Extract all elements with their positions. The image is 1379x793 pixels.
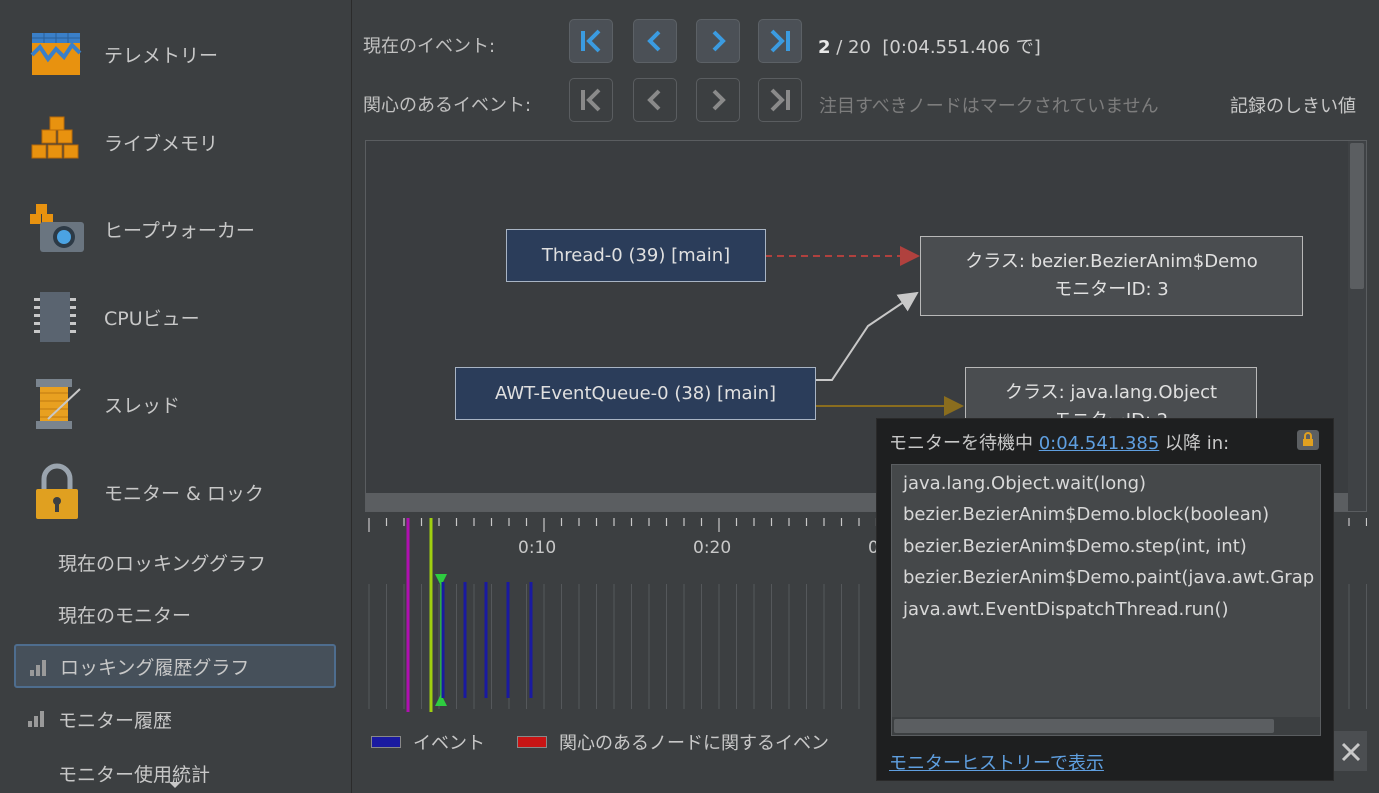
skip-first-icon bbox=[581, 29, 601, 53]
legend-interesting: 関心のあるノードに関するイベン bbox=[517, 729, 829, 755]
interesting-event-label: 関心のあるイベント: bbox=[363, 95, 532, 116]
graph-vertical-scrollbar[interactable] bbox=[1348, 141, 1366, 511]
sidebar-item-heap-walker[interactable]: ヒープウォーカー bbox=[0, 194, 351, 264]
sidebar-item-label: ヒープウォーカー bbox=[104, 219, 255, 242]
sidebar-subitem-label: ロッキング履歴グラフ bbox=[60, 656, 250, 679]
current-event-label: 現在のイベント: bbox=[363, 36, 496, 57]
monitor-wait-popup: モニターを待機中 0:04.541.385 以降 in: java.lang.O… bbox=[876, 418, 1334, 781]
previous-interesting-event-button[interactable] bbox=[633, 78, 677, 122]
chevron-left-icon bbox=[647, 89, 661, 111]
telemetry-icon bbox=[30, 33, 82, 75]
skip-last-icon bbox=[770, 88, 790, 112]
sidebar-item-telemetry[interactable]: テレメトリー bbox=[0, 19, 351, 89]
popup-title-prefix: モニターを待機中 bbox=[889, 433, 1039, 454]
event-index: 2 bbox=[818, 37, 831, 58]
bar-chart-icon bbox=[28, 711, 46, 727]
stack-frame[interactable]: java.awt.EventDispatchThread.run() bbox=[903, 599, 1229, 620]
first-interesting-event-button[interactable] bbox=[569, 78, 613, 122]
stack-frame[interactable]: bezier.BezierAnim$Demo.step(int, int) bbox=[903, 536, 1247, 557]
live-memory-icon bbox=[31, 116, 79, 159]
chevron-right-icon bbox=[712, 30, 726, 52]
sidebar-item-label: CPUビュー bbox=[104, 307, 200, 330]
legend-label: 関心のあるノードに関するイベン bbox=[559, 733, 829, 754]
sidebar-subitem-label: 現在のモニター bbox=[58, 604, 192, 627]
show-in-monitor-history-link[interactable]: モニターヒストリーで表示 bbox=[889, 749, 1104, 775]
legend-swatch bbox=[371, 736, 401, 748]
thread-node[interactable]: AWT-EventQueue-0 (38) [main] bbox=[455, 367, 816, 420]
chevron-left-icon bbox=[647, 30, 661, 52]
sidebar: テレメトリー ライブメモリ ヒープウォーカー CPUビュー スレッド モニター … bbox=[0, 0, 352, 793]
stack-frame[interactable]: bezier.BezierAnim$Demo.paint(java.awt.Gr… bbox=[903, 567, 1314, 588]
sidebar-subitem-monitor-history[interactable]: モニター履歴 bbox=[14, 697, 336, 741]
legend-swatch bbox=[517, 736, 547, 748]
sidebar-item-cpu[interactable]: CPUビュー bbox=[0, 282, 351, 352]
chevron-right-icon bbox=[712, 89, 726, 111]
sidebar-item-label: テレメトリー bbox=[104, 44, 219, 67]
lock-icon bbox=[1303, 432, 1313, 446]
no-marked-nodes-hint: 注目すべきノードはマークされていません bbox=[819, 96, 1159, 117]
sidebar-subitem-current-locking-graph[interactable]: 現在のロッキンググラフ bbox=[14, 540, 336, 584]
recording-threshold-label: 記録のしきい値 bbox=[1230, 96, 1356, 117]
skip-first-icon bbox=[581, 88, 601, 112]
heap-walker-icon bbox=[30, 204, 84, 252]
time-link[interactable]: 0:04.541.385 bbox=[1039, 433, 1160, 454]
pin-popup-button[interactable] bbox=[1297, 430, 1319, 450]
sidebar-subitem-locking-history-graph[interactable]: ロッキング履歴グラフ bbox=[14, 644, 336, 688]
thread-node-label: AWT-EventQueue-0 (38) [main] bbox=[494, 382, 777, 404]
legend-events: イベント bbox=[371, 729, 485, 755]
tick-label: 0:20 bbox=[693, 538, 732, 558]
event-counter: 2 / 20 [0:04.551.406 で] bbox=[818, 33, 1041, 59]
last-event-button[interactable] bbox=[758, 19, 802, 63]
sidebar-subitem-label: モニター使用統計 bbox=[58, 764, 211, 786]
sidebar-item-monitors-locks[interactable]: モニター & ロック bbox=[0, 457, 351, 527]
cursor-bottom-marker bbox=[435, 694, 447, 706]
event-counter-rest: / 20 [0:04.551.406 で] bbox=[830, 37, 1041, 58]
thread-node[interactable]: Thread-0 (39) [main] bbox=[506, 229, 766, 282]
popup-title: モニターを待機中 0:04.541.385 以降 in: bbox=[889, 429, 1229, 455]
popup-title-suffix: 以降 in: bbox=[1159, 433, 1230, 454]
sidebar-item-live-memory[interactable]: ライブメモリ bbox=[0, 107, 351, 177]
previous-event-button[interactable] bbox=[633, 19, 677, 63]
thread-spool-icon bbox=[36, 379, 81, 429]
sidebar-subitem-label: モニター履歴 bbox=[58, 709, 173, 732]
stack-trace-list[interactable]: java.lang.Object.wait(long) bezier.Bezie… bbox=[891, 464, 1321, 736]
padlock-icon bbox=[36, 463, 78, 519]
legend-label: イベント bbox=[413, 733, 485, 754]
close-button[interactable] bbox=[1333, 731, 1367, 771]
sidebar-subitem-label: 現在のロッキンググラフ bbox=[58, 552, 267, 575]
monitor-node[interactable]: クラス: bezier.BezierAnim$Demo モニターID: 3 bbox=[920, 236, 1303, 316]
next-interesting-event-button[interactable] bbox=[696, 78, 740, 122]
stack-horizontal-scrollbar[interactable] bbox=[892, 717, 1320, 735]
bar-chart-icon bbox=[30, 660, 48, 676]
sidebar-item-threads[interactable]: スレッド bbox=[0, 369, 351, 439]
sidebar-item-label: モニター & ロック bbox=[104, 482, 264, 505]
next-event-button[interactable] bbox=[696, 19, 740, 63]
sidebar-item-label: ライブメモリ bbox=[104, 132, 219, 155]
monitor-class-label: クラス: java.lang.Object bbox=[1004, 382, 1218, 403]
owning-edge bbox=[816, 291, 919, 381]
monitor-id-label: モニターID: 3 bbox=[1054, 279, 1169, 300]
sidebar-item-label: スレッド bbox=[104, 394, 181, 417]
scroll-down-arrow-icon[interactable] bbox=[169, 782, 181, 790]
cursor-top-marker bbox=[435, 574, 447, 586]
scrollbar-thumb[interactable] bbox=[894, 719, 1274, 733]
stack-frame[interactable]: bezier.BezierAnim$Demo.block(boolean) bbox=[903, 504, 1269, 525]
scrollbar-thumb[interactable] bbox=[1350, 143, 1364, 289]
skip-last-icon bbox=[770, 29, 790, 53]
stack-frame[interactable]: java.lang.Object.wait(long) bbox=[903, 473, 1146, 494]
tick-label: 0:10 bbox=[518, 538, 557, 558]
sidebar-subitem-current-monitors[interactable]: 現在のモニター bbox=[14, 592, 336, 636]
close-icon bbox=[1341, 742, 1361, 762]
monitor-class-label: クラス: bezier.BezierAnim$Demo bbox=[965, 251, 1258, 272]
first-event-button[interactable] bbox=[569, 19, 613, 63]
cpu-chip-icon bbox=[34, 292, 76, 342]
last-interesting-event-button[interactable] bbox=[758, 78, 802, 122]
thread-node-label: Thread-0 (39) [main] bbox=[541, 244, 731, 266]
